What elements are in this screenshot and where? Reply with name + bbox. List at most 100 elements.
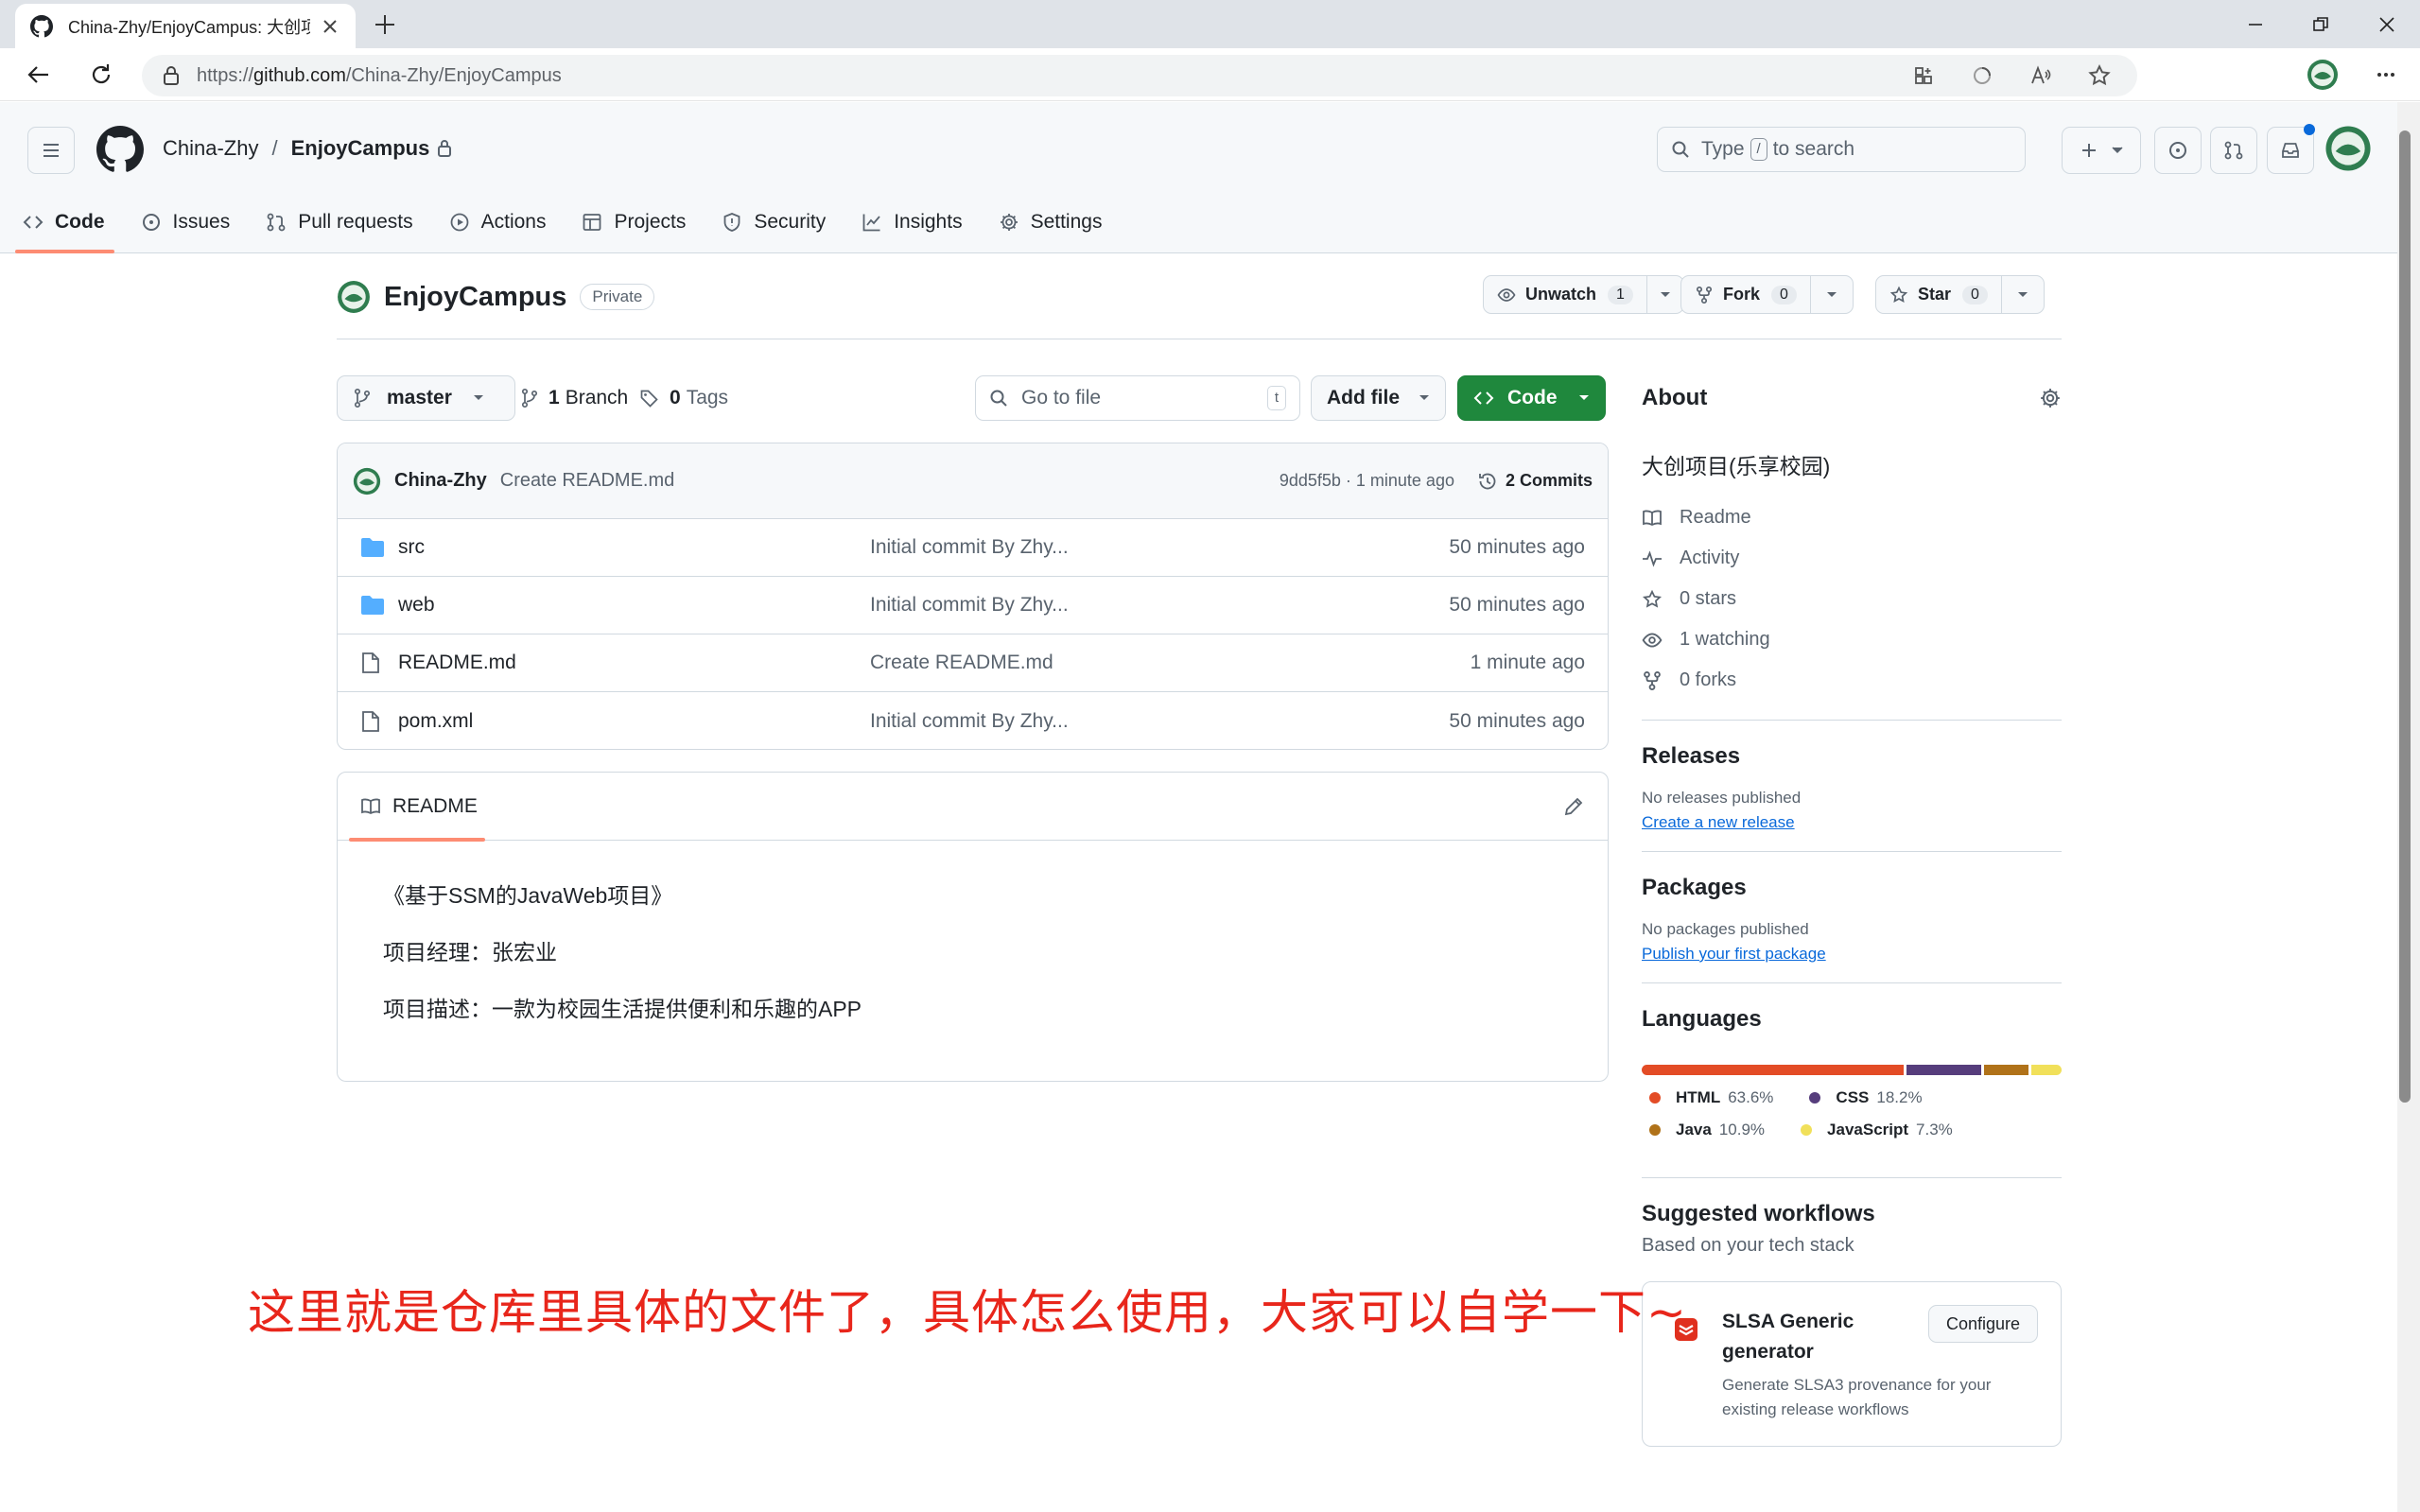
commit-author-avatar[interactable] [353, 467, 381, 495]
divider [1642, 720, 2062, 721]
language-item[interactable]: HTML 63.6% [1649, 1088, 1773, 1107]
languages-heading: Languages [1642, 1006, 1762, 1032]
search-shortcut-key: / [1750, 138, 1767, 161]
file-row[interactable]: README.md Create README.md 1 minute ago [338, 634, 1608, 692]
workflow-card: SLSA Generic generator Generate SLSA3 pr… [1642, 1281, 2062, 1447]
readme-tab[interactable]: README [392, 795, 478, 818]
branches-link[interactable]: 1 Branch [520, 375, 628, 421]
close-window-icon[interactable] [2351, 8, 2420, 42]
browser-profile-avatar[interactable] [2306, 58, 2340, 92]
readme-link[interactable]: Readme [1642, 497, 2062, 538]
stars-link[interactable]: 0 stars [1642, 579, 2062, 619]
github-logo-icon[interactable] [96, 126, 144, 173]
tab-projects[interactable]: Projects [582, 194, 686, 251]
repo-nav: Code Issues Pull requests Actions Projec… [15, 194, 1138, 253]
file-name[interactable]: src [398, 536, 870, 559]
tab-insights[interactable]: Insights [862, 194, 963, 251]
tab-code[interactable]: Code [15, 194, 113, 253]
publish-package-link[interactable]: Publish your first package [1642, 945, 2062, 964]
file-row[interactable]: web Initial commit By Zhy... 50 minutes … [338, 577, 1608, 634]
create-release-link[interactable]: Create a new release [1642, 813, 2062, 832]
refresh-sync-icon[interactable] [1965, 59, 1999, 93]
back-arrow-icon[interactable] [22, 58, 56, 92]
commits-link[interactable]: 2 Commits [1477, 471, 1593, 492]
more-menu-icon[interactable] [2369, 58, 2403, 92]
user-avatar[interactable] [2324, 125, 2372, 172]
star-dropdown[interactable] [2002, 276, 2044, 313]
go-to-file-placeholder: Go to file [1021, 387, 1102, 408]
address-bar[interactable]: https://github.com/China-Zhy/EnjoyCampus [142, 55, 2137, 96]
watching-link[interactable]: 1 watching [1642, 619, 2062, 660]
add-file-button[interactable]: Add file [1311, 375, 1446, 421]
new-tab-icon[interactable] [371, 10, 399, 39]
file-name[interactable]: pom.xml [398, 710, 870, 733]
favorite-star-icon[interactable] [2082, 59, 2116, 93]
file-name[interactable]: web [398, 594, 870, 617]
search-input[interactable]: Type / to search [1657, 127, 2026, 172]
close-tab-icon[interactable] [320, 16, 340, 37]
language-item[interactable]: Java 10.9% [1649, 1121, 1765, 1139]
tab-label: Settings [1030, 211, 1103, 233]
tab-security[interactable]: Security [722, 194, 826, 251]
read-aloud-icon[interactable] [2024, 59, 2058, 93]
history-icon [1477, 471, 1506, 492]
language-dot [1649, 1124, 1661, 1136]
star-button[interactable]: Star 0 [1876, 276, 2002, 313]
search-placeholder-text: Type [1701, 138, 1745, 160]
forks-link[interactable]: 0 forks [1642, 660, 2062, 701]
tab-settings[interactable]: Settings [999, 194, 1103, 251]
owner-avatar[interactable] [337, 280, 371, 314]
file-commit-message[interactable]: Create README.md [870, 652, 1471, 674]
fork-dropdown[interactable] [1811, 276, 1853, 313]
restore-icon[interactable] [2285, 8, 2357, 42]
app-available-icon[interactable] [1906, 59, 1941, 93]
browser-tab[interactable]: China-Zhy/EnjoyCampus: 大创项目 [15, 4, 356, 48]
unwatch-button[interactable]: Unwatch 1 [1484, 276, 1647, 313]
commit-author[interactable]: China-Zhy [394, 470, 487, 492]
scrollbar-thumb[interactable] [2399, 130, 2411, 1103]
divider [1642, 1177, 2062, 1178]
file-commit-message[interactable]: Initial commit By Zhy... [870, 594, 1449, 617]
book-icon [1642, 508, 1680, 529]
file-commit-message[interactable]: Initial commit By Zhy... [870, 536, 1449, 559]
branch-select-button[interactable]: master [337, 375, 515, 421]
code-button[interactable]: Code [1457, 375, 1606, 421]
pull-requests-button[interactable] [2210, 127, 2257, 174]
releases-heading[interactable]: Releases [1642, 743, 2062, 770]
gear-icon[interactable] [2039, 387, 2062, 409]
tab-pull-requests[interactable]: Pull requests [266, 194, 413, 251]
tags-link[interactable]: 0 Tags [639, 375, 728, 421]
breadcrumb-repo-link[interactable]: EnjoyCampus [291, 136, 430, 161]
fork-button[interactable]: Fork 0 [1681, 276, 1811, 313]
repo-name[interactable]: EnjoyCampus [384, 282, 566, 313]
lock-icon[interactable] [163, 65, 180, 86]
language-row: HTML 63.6% CSS 18.2% [1642, 1088, 2062, 1107]
go-to-file-input[interactable]: Go to file t [975, 375, 1300, 421]
breadcrumb-owner-link[interactable]: China-Zhy [163, 136, 258, 161]
file-row[interactable]: src Initial commit By Zhy... 50 minutes … [338, 519, 1608, 577]
pencil-icon[interactable] [1562, 795, 1585, 818]
tab-actions[interactable]: Actions [449, 194, 546, 251]
file-name[interactable]: README.md [398, 652, 870, 674]
reload-icon[interactable] [84, 58, 118, 92]
sidebar-link-label: 1 watching [1680, 629, 1770, 650]
language-item[interactable]: CSS 18.2% [1809, 1088, 1923, 1107]
watch-dropdown[interactable] [1647, 276, 1683, 313]
activity-link[interactable]: Activity [1642, 538, 2062, 579]
commit-hash-time[interactable]: 9dd5f5b · 1 minute ago [1280, 471, 1454, 491]
visibility-badge: Private [580, 284, 655, 310]
language-item[interactable]: JavaScript 7.3% [1801, 1121, 1953, 1139]
issues-button[interactable] [2154, 127, 2202, 174]
configure-button[interactable]: Configure [1927, 1305, 2038, 1343]
file-row[interactable]: pom.xml Initial commit By Zhy... 50 minu… [338, 692, 1608, 749]
readme-content: 《基于SSM的JavaWeb项目》 项目经理：张宏业 项目描述：一款为校园生活提… [338, 841, 1608, 1086]
packages-heading[interactable]: Packages [1642, 875, 2062, 901]
file-commit-message[interactable]: Initial commit By Zhy... [870, 710, 1449, 733]
star-label: Star [1918, 285, 1952, 304]
tab-issues[interactable]: Issues [141, 194, 230, 251]
create-new-button[interactable] [2062, 127, 2141, 174]
commit-message[interactable]: Create README.md [500, 470, 1280, 492]
readme-line: 《基于SSM的JavaWeb项目》 [383, 883, 673, 908]
hamburger-menu-icon[interactable] [27, 127, 75, 174]
minimize-icon[interactable] [2220, 8, 2291, 42]
